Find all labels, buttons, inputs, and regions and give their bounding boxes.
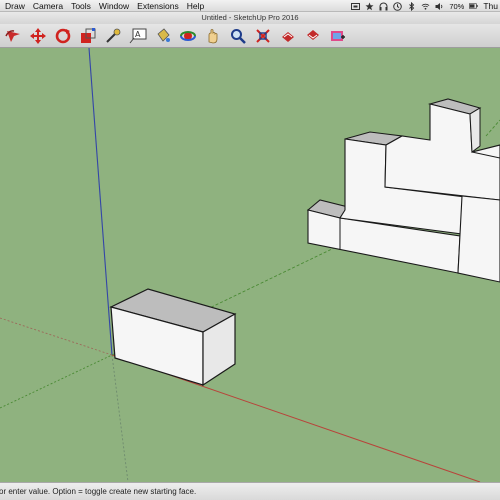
menubar-status-area: 70% Thu: [351, 0, 498, 12]
model-canvas[interactable]: [0, 48, 500, 482]
menu-window[interactable]: Window: [95, 0, 133, 12]
next-view-icon[interactable]: [302, 26, 324, 46]
select-icon[interactable]: [2, 26, 24, 46]
mac-menubar: Draw Camera Tools Window Extensions Help…: [0, 0, 500, 12]
previous-view-icon[interactable]: [277, 26, 299, 46]
menu-help[interactable]: Help: [183, 0, 208, 12]
menu-draw[interactable]: Draw: [0, 0, 29, 12]
volume-icon[interactable]: [435, 2, 444, 11]
move-icon[interactable]: [27, 26, 49, 46]
headphones-icon[interactable]: [379, 2, 388, 11]
menubar-day[interactable]: Thu: [483, 1, 498, 11]
zoom-extents-icon[interactable]: [252, 26, 274, 46]
menu-extensions[interactable]: Extensions: [133, 0, 183, 12]
scale-icon[interactable]: [77, 26, 99, 46]
menu-camera[interactable]: Camera: [29, 0, 67, 12]
zoom-icon[interactable]: [227, 26, 249, 46]
blue-axis-negative: [111, 354, 129, 482]
green-axis-negative: [0, 354, 113, 409]
rotate-icon[interactable]: [52, 26, 74, 46]
pan-icon[interactable]: [202, 26, 224, 46]
main-toolbar: A: [0, 24, 500, 48]
red-axis-negative: [0, 317, 113, 356]
svg-text:A: A: [135, 30, 141, 39]
tape-measure-icon[interactable]: [102, 26, 124, 46]
battery-percent: 70%: [449, 1, 465, 11]
paint-bucket-icon[interactable]: [152, 26, 174, 46]
battery-icon[interactable]: [469, 2, 479, 11]
blue-axis: [88, 48, 113, 356]
add-location-icon[interactable]: [327, 26, 349, 46]
text-icon[interactable]: A: [127, 26, 149, 46]
status-bar: or enter value. Option = toggle create n…: [0, 482, 500, 500]
clock-icon[interactable]: [393, 1, 403, 11]
model-viewport[interactable]: [0, 48, 500, 482]
star-icon[interactable]: [365, 2, 374, 11]
orbit-icon[interactable]: [177, 26, 199, 46]
screen-capture-icon[interactable]: [351, 2, 361, 11]
small-box[interactable]: [109, 288, 237, 387]
bluetooth-icon[interactable]: [407, 1, 416, 11]
stepped-block-group[interactable]: [306, 98, 500, 283]
wifi-icon[interactable]: [421, 2, 430, 11]
window-title: Untitled - SketchUp Pro 2016: [0, 12, 500, 24]
menu-tools[interactable]: Tools: [67, 0, 95, 12]
status-text: or enter value. Option = toggle create n…: [0, 487, 197, 496]
